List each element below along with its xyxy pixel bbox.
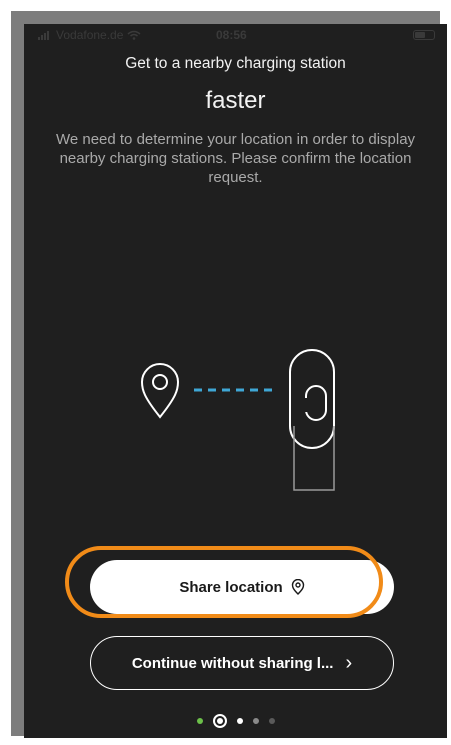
- location-pin-icon: [140, 363, 180, 419]
- location-pin-icon: [291, 579, 304, 595]
- location-illustration: [140, 349, 335, 491]
- wifi-icon: [127, 30, 141, 40]
- continue-without-sharing-button[interactable]: Continue without sharing l... ›: [90, 636, 394, 690]
- app-screen: Vodafone.de 08:56 Get to a nearby chargi…: [24, 24, 447, 738]
- signal-icon: [38, 31, 49, 40]
- status-bar: Vodafone.de 08:56: [24, 24, 447, 48]
- onboarding-subtitle: Get to a nearby charging station: [125, 55, 346, 72]
- charger-plug-icon: [289, 349, 335, 491]
- continue-label: Continue without sharing l...: [131, 654, 334, 672]
- page-dot[interactable]: [268, 718, 275, 724]
- carrier-name: Vodafone.de: [56, 28, 124, 42]
- page-dot[interactable]: [236, 718, 243, 724]
- page-dot-green[interactable]: [196, 718, 203, 724]
- status-carrier: Vodafone.de: [38, 28, 141, 42]
- page-dot-active[interactable]: [212, 714, 227, 728]
- page-indicator: [24, 714, 447, 728]
- share-location-button[interactable]: Share location: [90, 560, 394, 614]
- share-location-label: Share location: [179, 578, 283, 596]
- onboarding-description: We need to determine your location in or…: [55, 131, 416, 186]
- page-dot[interactable]: [252, 718, 259, 724]
- onboarding-title: faster: [205, 87, 266, 114]
- screenshot-frame: Vodafone.de 08:56 Get to a nearby chargi…: [11, 11, 447, 738]
- battery-icon: [413, 30, 435, 40]
- status-time: 08:56: [216, 28, 247, 42]
- chevron-right-icon: ›: [345, 651, 353, 674]
